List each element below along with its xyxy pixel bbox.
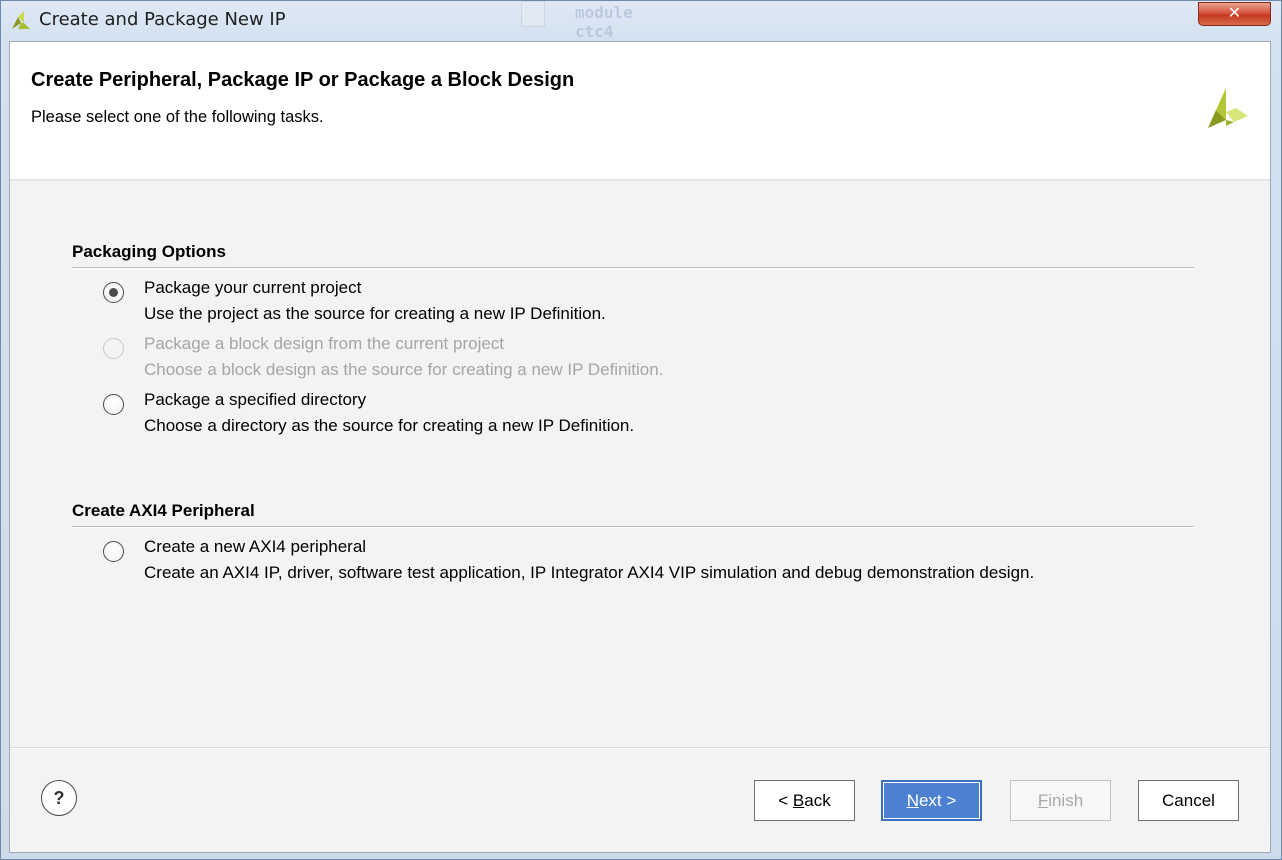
window-close-button[interactable]: ✕ (1198, 2, 1271, 26)
option-label-package-specified-directory[interactable]: Package a specified directory (144, 390, 366, 410)
option-desc-package-specified-directory: Choose a directory as the source for cre… (144, 416, 635, 435)
dialog-body: Create Peripheral, Package IP or Package… (9, 41, 1271, 853)
axi4-peripheral-heading: Create AXI4 Peripheral (72, 501, 255, 520)
radio-create-axi4-peripheral[interactable] (103, 541, 124, 562)
option-label-create-axi4-peripheral[interactable]: Create a new AXI4 peripheral (144, 537, 366, 557)
help-icon: ? (53, 788, 65, 808)
dialog-header: Create Peripheral, Package IP or Package… (10, 42, 1270, 181)
title-bar[interactable]: Create and Package New IP module ctc4 ✕ (1, 1, 1281, 41)
packaging-options-heading: Packaging Options (72, 242, 226, 261)
option-desc-package-current-project: Use the project as the source for creati… (144, 304, 606, 323)
close-icon: ✕ (1227, 5, 1242, 22)
page-subtitle: Please select one of the following tasks… (31, 108, 324, 126)
option-desc-create-axi4-peripheral: Create an AXI4 IP, driver, software test… (144, 563, 1035, 582)
radio-package-block-design (103, 338, 124, 359)
footer-divider (10, 747, 1270, 749)
back-button[interactable]: < Back (754, 780, 855, 821)
packaging-options-divider (72, 267, 1194, 269)
dialog-window: Create and Package New IP module ctc4 ✕ … (0, 0, 1282, 860)
brand-logo-icon (1208, 88, 1248, 128)
axi4-peripheral-divider (72, 526, 1194, 528)
finish-button: Finish (1010, 780, 1111, 821)
radio-package-current-project[interactable] (103, 282, 124, 303)
radio-package-specified-directory[interactable] (103, 394, 124, 415)
page-title: Create Peripheral, Package IP or Package… (31, 69, 575, 91)
window-title: Create and Package New IP (39, 9, 286, 30)
option-label-package-current-project[interactable]: Package your current project (144, 278, 361, 298)
cancel-button[interactable]: Cancel (1138, 780, 1239, 821)
option-desc-package-block-design: Choose a block design as the source for … (144, 360, 664, 379)
next-button[interactable]: Next > (881, 780, 982, 821)
app-logo-icon (12, 11, 30, 29)
option-label-package-block-design: Package a block design from the current … (144, 334, 505, 353)
help-button[interactable]: ? (41, 780, 77, 816)
